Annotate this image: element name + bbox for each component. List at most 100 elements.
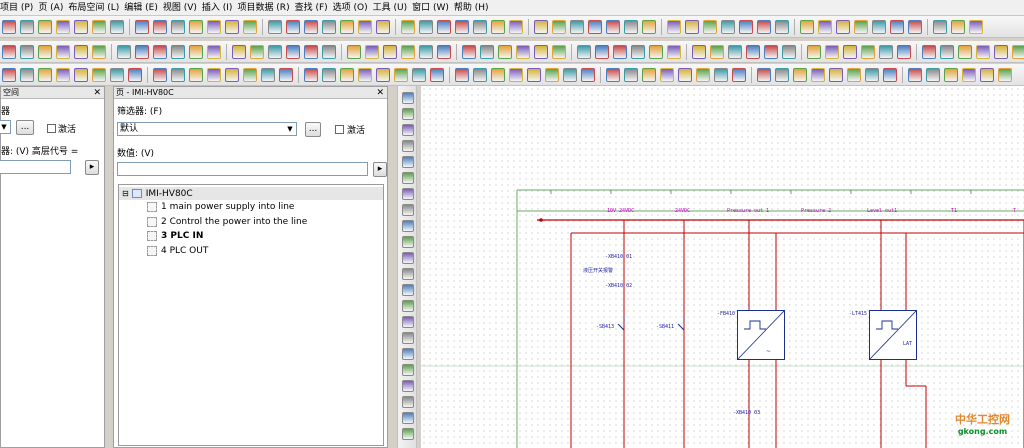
drawing-tool-icon[interactable] — [402, 300, 414, 312]
toolbar-tool-icon[interactable] — [721, 19, 735, 34]
toolbar-tool-icon[interactable] — [383, 44, 397, 59]
toolbar-tool-icon[interactable] — [631, 44, 645, 59]
menu-item[interactable]: 布局空间 (L) — [68, 0, 124, 16]
toolbar-tool-icon[interactable] — [595, 44, 609, 59]
toolbar-tool-icon[interactable] — [703, 19, 717, 34]
toolbar-tool-icon[interactable] — [491, 19, 505, 34]
toolbar-tool-icon[interactable] — [696, 67, 710, 82]
toolbar-tool-icon[interactable] — [872, 19, 886, 34]
toolbar-tool-icon[interactable] — [74, 19, 88, 34]
toolbar-tool-icon[interactable] — [480, 44, 494, 59]
menu-item[interactable]: 工具 (U) — [373, 0, 412, 16]
toolbar-tool-icon[interactable] — [322, 19, 336, 34]
toolbar-tool-icon[interactable] — [624, 67, 638, 82]
toolbar-tool-icon[interactable] — [117, 44, 131, 59]
toolbar-tool-icon[interactable] — [570, 19, 584, 34]
toolbar-tool-icon[interactable] — [74, 67, 88, 82]
toolbar-tool-icon[interactable] — [74, 44, 88, 59]
toolbar-tool-icon[interactable] — [135, 19, 149, 34]
toolbar-tool-icon[interactable] — [304, 44, 318, 59]
drawing-tool-icon[interactable] — [402, 188, 414, 200]
toolbar-tool-icon[interactable] — [933, 19, 947, 34]
toolbar-tool-icon[interactable] — [437, 19, 451, 34]
toolbar-tool-icon[interactable] — [940, 44, 954, 59]
toolbar-tool-icon[interactable] — [110, 67, 124, 82]
collapse-icon[interactable]: ⊟ — [122, 189, 129, 198]
toolbar-tool-icon[interactable] — [606, 19, 620, 34]
toolbar-tool-icon[interactable] — [304, 67, 318, 82]
toolbar-tool-icon[interactable] — [38, 19, 52, 34]
toolbar-tool-icon[interactable] — [92, 67, 106, 82]
toolbar-tool-icon[interactable] — [757, 67, 771, 82]
toolbar-tool-icon[interactable] — [419, 19, 433, 34]
toolbar-tool-icon[interactable] — [171, 19, 185, 34]
drawing-tool-icon[interactable] — [402, 92, 414, 104]
toolbar-tool-icon[interactable] — [649, 44, 663, 59]
toolbar-tool-icon[interactable] — [685, 19, 699, 34]
toolbar-tool-icon[interactable] — [347, 44, 361, 59]
toolbar-tool-icon[interactable] — [660, 67, 674, 82]
toolbar-tool-icon[interactable] — [92, 44, 106, 59]
menu-item[interactable]: 视图 (V) — [163, 0, 202, 16]
toolbar-tool-icon[interactable] — [243, 19, 257, 34]
drawing-tool-icon[interactable] — [402, 380, 414, 392]
toolbar-tool-icon[interactable] — [261, 67, 275, 82]
close-icon[interactable]: ✕ — [93, 87, 101, 99]
toolbar-tool-icon[interactable] — [189, 19, 203, 34]
toolbar-tool-icon[interactable] — [135, 44, 149, 59]
drawing-tool-icon[interactable] — [402, 204, 414, 216]
drawing-tool-icon[interactable] — [402, 220, 414, 232]
toolbar-tool-icon[interactable] — [843, 44, 857, 59]
toolbar-tool-icon[interactable] — [232, 44, 246, 59]
more-button[interactable]: ... — [305, 122, 321, 137]
tree-root[interactable]: ⊟ IMI-HV80C — [119, 187, 383, 200]
toolbar-tool-icon[interactable] — [800, 19, 814, 34]
toolbar-tool-icon[interactable] — [642, 19, 656, 34]
toolbar-tool-icon[interactable] — [577, 44, 591, 59]
toolbar-tool-icon[interactable] — [365, 44, 379, 59]
toolbar-tool-icon[interactable] — [56, 67, 70, 82]
toolbar-tool-icon[interactable] — [304, 19, 318, 34]
toolbar-tool-icon[interactable] — [153, 44, 167, 59]
toolbar-tool-icon[interactable] — [678, 67, 692, 82]
drawing-tool-icon[interactable] — [402, 348, 414, 360]
tree-item-page[interactable]: 4 PLC OUT — [147, 245, 208, 256]
toolbar-tool-icon[interactable] — [430, 67, 444, 82]
toolbar-tool-icon[interactable] — [897, 44, 911, 59]
menu-item[interactable]: 编辑 (E) — [124, 0, 163, 16]
toolbar-tool-icon[interactable] — [613, 44, 627, 59]
toolbar-tool-icon[interactable] — [642, 67, 656, 82]
drawing-tool-icon[interactable] — [402, 172, 414, 184]
toolbar-tool-icon[interactable] — [545, 67, 559, 82]
drawing-tool-icon[interactable] — [402, 396, 414, 408]
toolbar-tool-icon[interactable] — [340, 67, 354, 82]
toolbar-tool-icon[interactable] — [498, 44, 512, 59]
drawing-tool-icon[interactable] — [402, 332, 414, 344]
tree-item-page[interactable]: 1 main power supply into line — [147, 202, 294, 212]
toolbar-tool-icon[interactable] — [922, 44, 936, 59]
menu-item[interactable]: 帮助 (H) — [454, 0, 494, 16]
toolbar-tool-icon[interactable] — [20, 67, 34, 82]
toolbar-tool-icon[interactable] — [394, 67, 408, 82]
toolbar-tool-icon[interactable] — [588, 19, 602, 34]
toolbar-tool-icon[interactable] — [286, 44, 300, 59]
toolbar-tool-icon[interactable] — [854, 19, 868, 34]
toolbar-tool-icon[interactable] — [944, 67, 958, 82]
toolbar-tool-icon[interactable] — [462, 44, 476, 59]
menu-item[interactable]: 查找 (F) — [295, 0, 333, 16]
toolbar-tool-icon[interactable] — [225, 67, 239, 82]
drawing-tool-icon[interactable] — [402, 124, 414, 136]
drawing-tool-icon[interactable] — [402, 364, 414, 376]
drawing-tool-icon[interactable] — [402, 268, 414, 280]
toolbar-tool-icon[interactable] — [189, 44, 203, 59]
toolbar-tool-icon[interactable] — [491, 67, 505, 82]
toolbar-tool-icon[interactable] — [455, 67, 469, 82]
toolbar-tool-icon[interactable] — [667, 44, 681, 59]
drawing-tool-icon[interactable] — [402, 284, 414, 296]
toolbar-tool-icon[interactable] — [958, 44, 972, 59]
toolbar-tool-icon[interactable] — [171, 67, 185, 82]
toolbar-tool-icon[interactable] — [818, 19, 832, 34]
toolbar-tool-icon[interactable] — [207, 44, 221, 59]
toolbar-tool-icon[interactable] — [358, 67, 372, 82]
toolbar-tool-icon[interactable] — [847, 67, 861, 82]
